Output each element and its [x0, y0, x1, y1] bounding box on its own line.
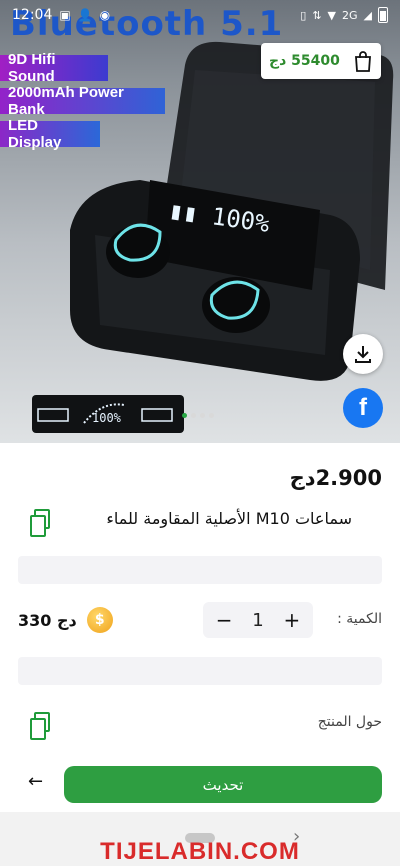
data-transfer-icon: ⇅ [312, 8, 322, 22]
signal-icon: ◢ [363, 8, 372, 22]
options-placeholder-bar [18, 657, 382, 685]
site-watermark: TIJELABIN.COM [100, 838, 300, 865]
network-type: 2G [342, 8, 358, 22]
gallery-notification-icon: ▣ [59, 8, 71, 22]
status-bar: 12:04 ▣ 👤 ◉ ▯ ⇅ ▼ 2G ◢ [0, 0, 400, 30]
variant-placeholder-bar [18, 556, 382, 584]
points-value: 330 دج [18, 610, 77, 630]
battery-icon [378, 7, 388, 23]
wifi-icon: ▼ [327, 8, 336, 22]
user-notification-icon: 👤 [77, 8, 93, 22]
quantity-stepper[interactable]: − 1 + [203, 602, 313, 638]
svg-text:100%: 100% [92, 411, 122, 425]
quantity-value: 1 [252, 609, 264, 631]
shopping-bag-icon [355, 51, 371, 72]
quantity-label: الكمية : [337, 611, 382, 627]
product-price: 2.900دج [289, 466, 382, 490]
coin-icon: $ [86, 607, 113, 633]
vibrate-icon: ▯ [300, 8, 307, 22]
cart-total-chip[interactable]: 55400 دج [261, 43, 381, 79]
copy-description-icon[interactable] [30, 712, 50, 740]
facebook-share-button[interactable]: f [343, 388, 383, 428]
status-time: 12:04 [12, 7, 53, 23]
facebook-icon: f [359, 394, 367, 421]
increase-quantity-button[interactable]: + [278, 608, 306, 632]
carousel-indicator[interactable] [182, 413, 214, 418]
reward-points: 330 دج $ [18, 607, 113, 633]
carousel-dot[interactable] [191, 413, 196, 418]
update-button[interactable]: تحديث [64, 766, 382, 803]
messenger-notification-icon: ◉ [99, 8, 111, 22]
about-product-heading[interactable]: حول المنتج [318, 714, 382, 730]
decrease-quantity-button[interactable]: − [210, 608, 238, 632]
back-arrow-icon[interactable]: ← [28, 771, 43, 792]
product-title: سماعات M10 الأصلية المقاومة للماء [106, 509, 352, 528]
carousel-dot[interactable] [209, 413, 214, 418]
carousel-dot[interactable] [200, 413, 205, 418]
mini-battery-display: 100% [32, 395, 184, 433]
cart-total-value: 55400 دج [269, 53, 340, 69]
download-icon [355, 346, 371, 363]
carousel-dot[interactable] [182, 413, 187, 418]
copy-title-icon[interactable] [30, 509, 50, 537]
download-button[interactable] [343, 334, 383, 374]
